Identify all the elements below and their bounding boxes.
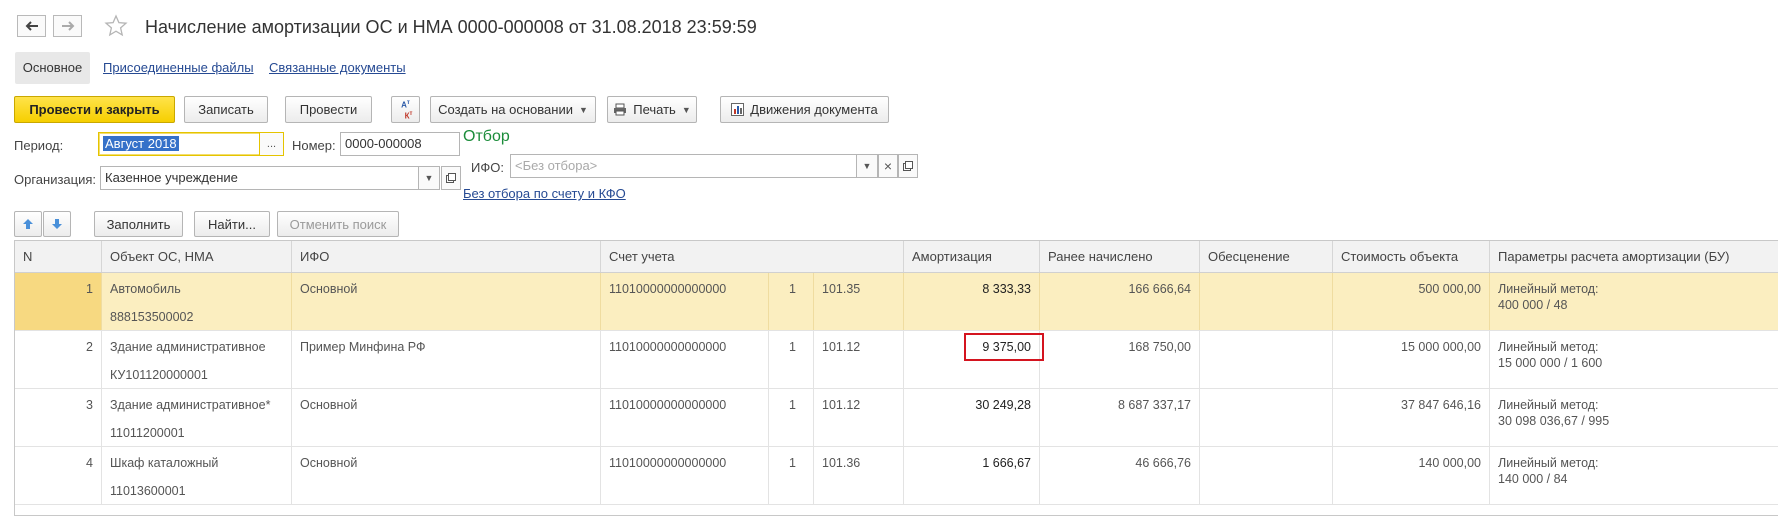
chevron-down-icon: ▼ (424, 173, 434, 183)
print-button[interactable]: Печать ▼ (607, 96, 697, 123)
forward-button[interactable] (53, 15, 82, 37)
column-amortization[interactable]: Амортизация (904, 241, 1040, 272)
arrow-down-icon (52, 219, 62, 229)
printer-icon (614, 103, 627, 116)
column-impairment[interactable]: Обесценение (1200, 241, 1333, 272)
account-kfo-filter-link[interactable]: Без отбора по счету и КФО (463, 186, 626, 201)
amortization-highlight-box (964, 333, 1044, 361)
table-row[interactable]: 4 Шкаф каталожный 11013600001 Основной 1… (15, 447, 1778, 505)
arrow-up-icon (23, 219, 33, 229)
back-button[interactable] (17, 15, 46, 37)
organization-dropdown-button[interactable]: ▼ (418, 166, 440, 190)
ifo-label: ИФО: (471, 160, 504, 175)
period-field[interactable]: Август 2018 (98, 132, 284, 156)
table-row[interactable]: 3 Здание административное* 11011200001 О… (15, 389, 1778, 447)
column-n[interactable]: N (15, 241, 102, 272)
table-header: N Объект ОС, НМА ИФО Счет учета Амортиза… (15, 241, 1778, 273)
post-and-close-button[interactable]: Провести и закрыть (14, 96, 175, 123)
ifo-open-button[interactable] (898, 154, 918, 178)
ifo-dropdown-button[interactable]: ▼ (856, 154, 878, 178)
fill-button[interactable]: Заполнить (94, 211, 183, 237)
column-ifo[interactable]: ИФО (292, 241, 601, 272)
amortization-table: N Объект ОС, НМА ИФО Счет учета Амортиза… (14, 240, 1778, 516)
arrow-right-icon (61, 21, 74, 31)
dt-kt-icon: Ат (401, 99, 410, 110)
chevron-down-icon: ▼ (862, 161, 872, 171)
find-button[interactable]: Найти... (194, 211, 270, 237)
tab-attached-files[interactable]: Присоединенные файлы (103, 60, 254, 75)
star-icon (104, 14, 128, 37)
favorite-star-button[interactable] (104, 14, 128, 41)
open-window-icon (903, 161, 913, 171)
ifo-filter-field[interactable]: <Без отбора> (510, 154, 858, 178)
move-down-button[interactable] (43, 211, 71, 237)
page-title: Начисление амортизации ОС и НМА 0000-000… (145, 17, 757, 37)
filter-heading: Отбор (463, 128, 510, 145)
table-row[interactable]: 1 Автомобиль 888153500002 Основной 11010… (15, 273, 1778, 331)
column-cost[interactable]: Стоимость объекта (1333, 241, 1490, 272)
move-up-button[interactable] (14, 211, 42, 237)
column-params[interactable]: Параметры расчета амортизации (БУ) (1490, 241, 1778, 272)
arrow-left-icon (25, 21, 38, 31)
organization-open-button[interactable] (441, 166, 461, 190)
chevron-down-icon: ▼ (578, 104, 588, 115)
tab-main[interactable]: Основное (15, 52, 90, 84)
movements-table-icon (731, 103, 745, 116)
number-field[interactable]: 0000-000008 (340, 132, 460, 156)
post-button[interactable]: Провести (285, 96, 372, 123)
tab-related-documents[interactable]: Связанные документы (269, 60, 406, 75)
column-account[interactable]: Счет учета (601, 241, 904, 272)
document-movements-button[interactable]: Движения документа (720, 96, 889, 123)
save-button[interactable]: Записать (184, 96, 268, 123)
chevron-down-icon: ▼ (681, 104, 691, 115)
ifo-clear-button[interactable]: × (878, 154, 898, 178)
column-previous[interactable]: Ранее начислено (1040, 241, 1200, 272)
column-object[interactable]: Объект ОС, НМА (102, 241, 292, 272)
organization-label: Организация: (14, 172, 97, 187)
organization-field[interactable]: Казенное учреждение (100, 166, 440, 190)
period-label: Период: (14, 138, 64, 153)
dt-kt-button[interactable]: Ат Кт (391, 96, 420, 123)
period-select-button[interactable]: ... (259, 132, 284, 156)
number-label: Номер: (292, 138, 336, 153)
close-icon: × (883, 158, 893, 174)
open-window-icon (446, 173, 456, 183)
table-row[interactable]: 2 Здание административное КУ101120000001… (15, 331, 1778, 389)
cancel-search-button[interactable]: Отменить поиск (277, 211, 399, 237)
create-based-on-button[interactable]: Создать на основании ▼ (430, 96, 596, 123)
